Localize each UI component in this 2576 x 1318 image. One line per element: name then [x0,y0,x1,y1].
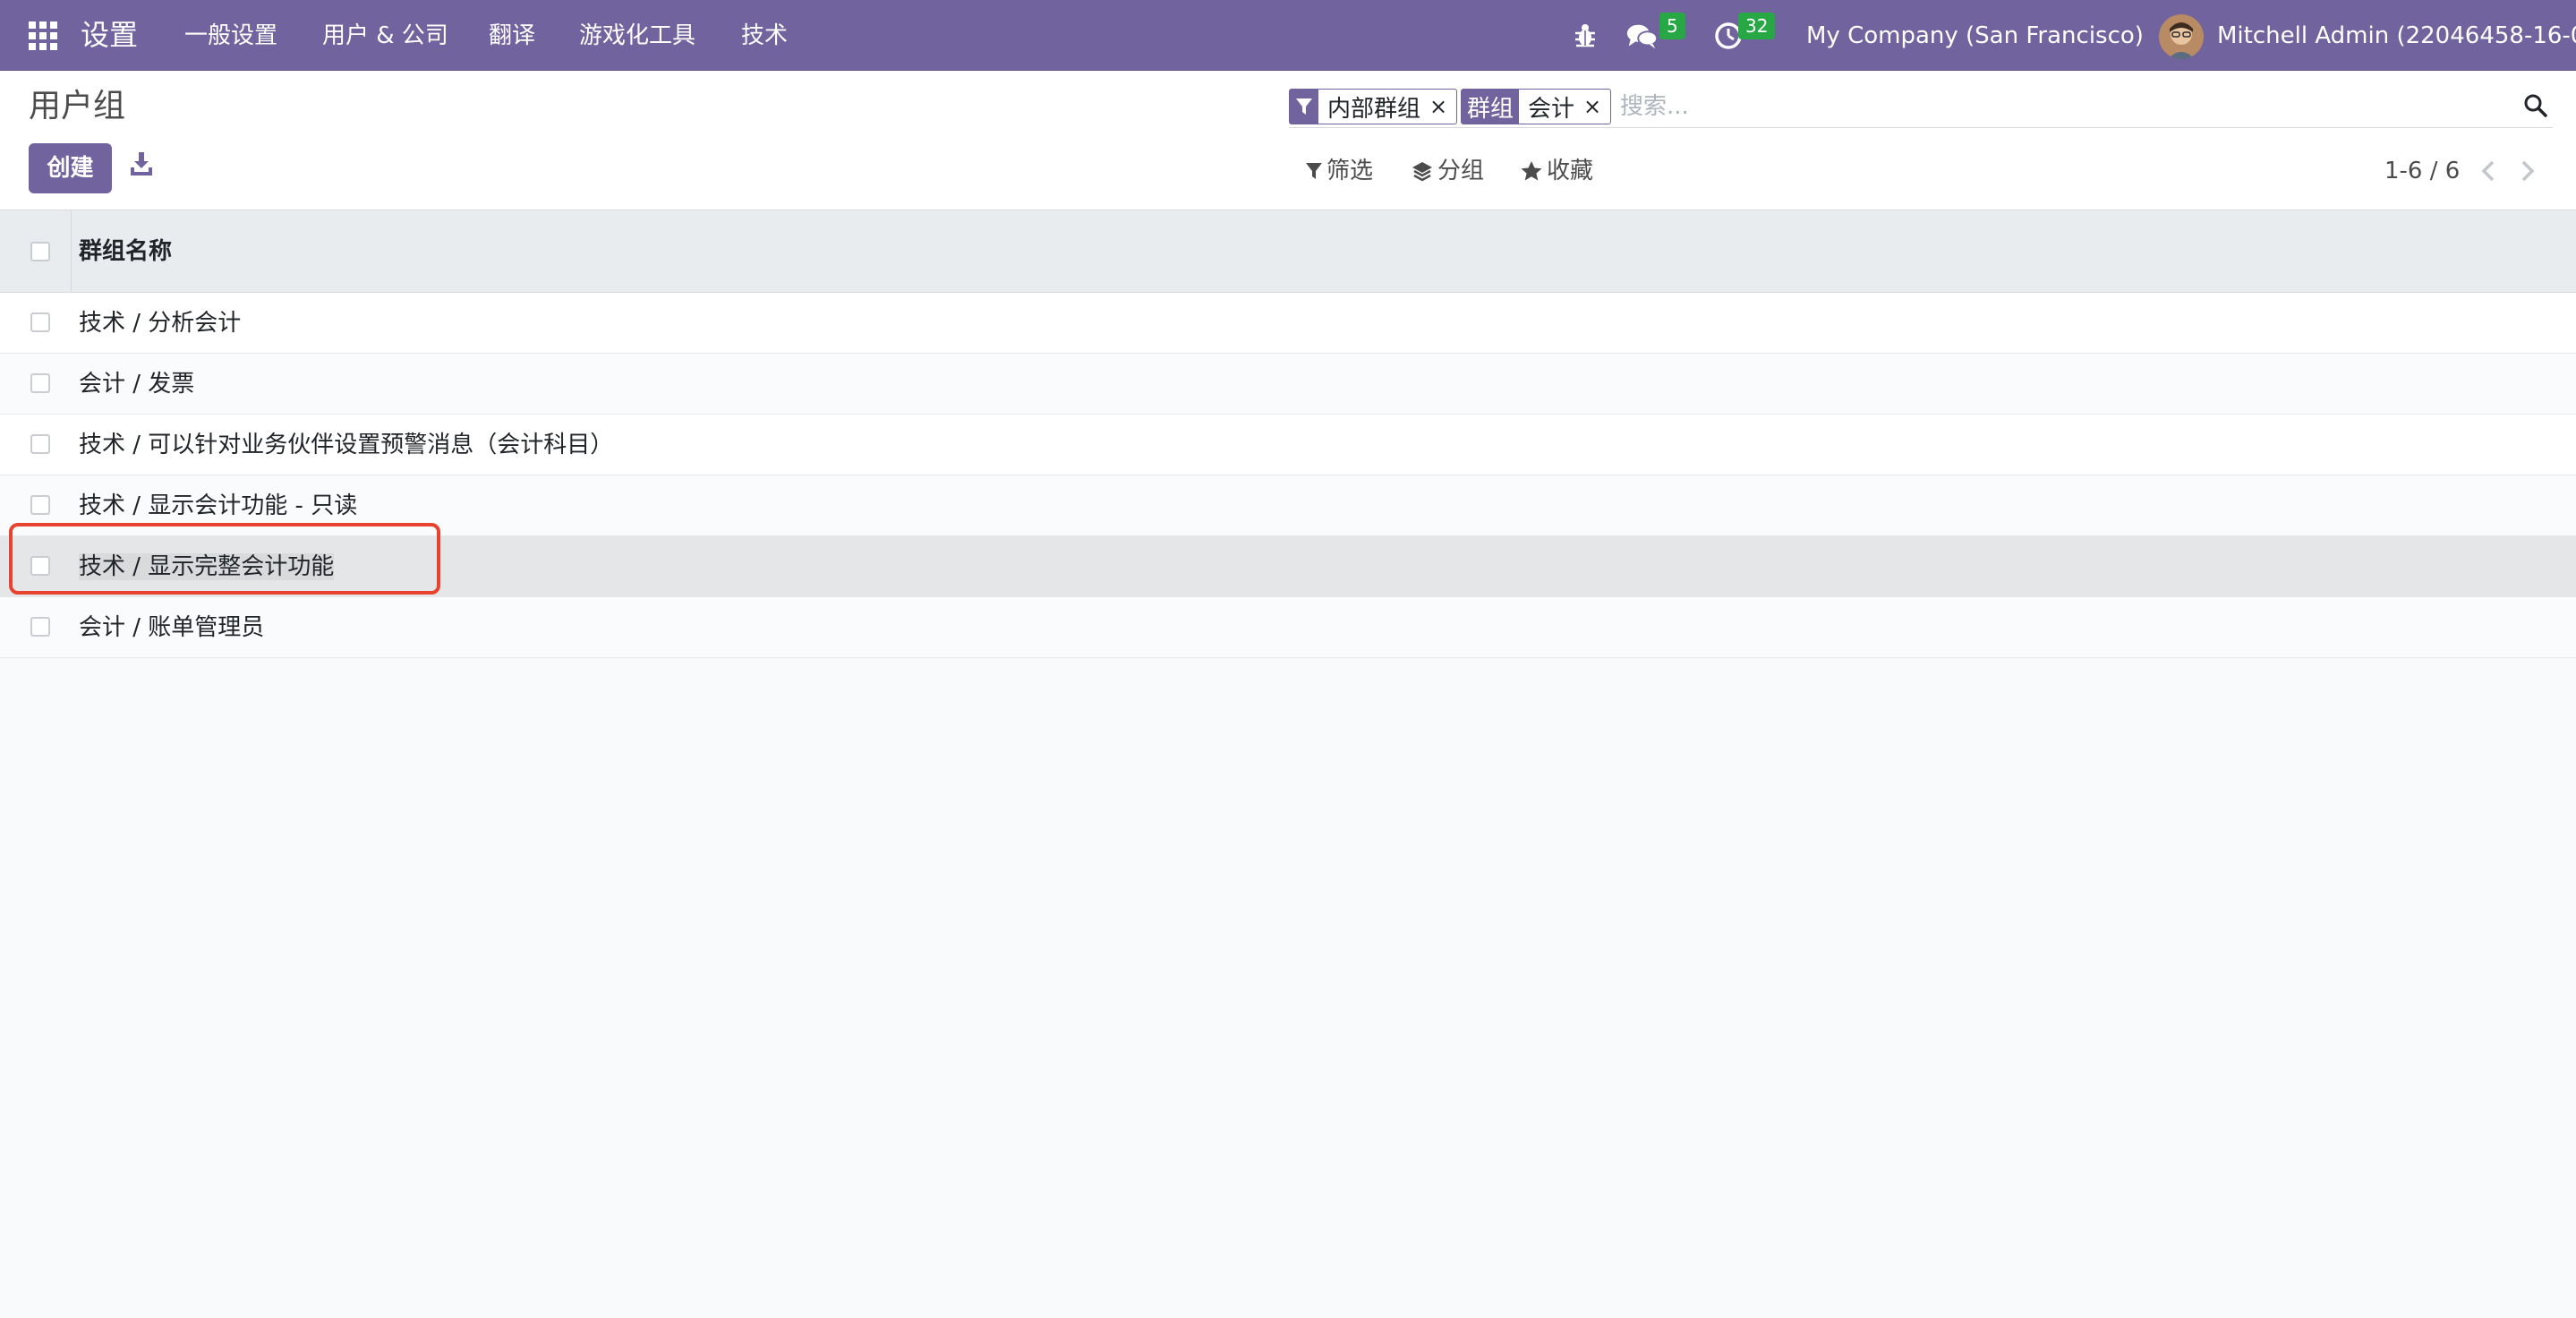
list-header: 群组名称 [0,210,2576,293]
row-checkbox[interactable] [30,434,50,454]
layers-icon [1412,162,1432,182]
facet-value: 内部群组 [1327,95,1421,123]
facet-label: 群组 [1462,90,1520,124]
favorites-button[interactable]: 收藏 [1520,155,1593,187]
activities-badge: 32 [1738,13,1776,39]
search-icon[interactable] [2522,92,2549,119]
chevron-left-icon[interactable] [2476,157,2503,185]
table-row[interactable]: 技术 / 分析会计 [0,293,2576,354]
page-title: 用户组 [29,88,126,124]
row-checkbox[interactable] [30,373,50,393]
filters-button[interactable]: 筛选 [1305,155,1373,187]
menu-technical[interactable]: 技术 [741,20,788,52]
groupby-label: 分组 [1437,158,1485,184]
create-button[interactable]: 创建 [29,143,112,193]
menu-general-settings[interactable]: 一般设置 [184,20,277,52]
avatar[interactable] [2159,14,2204,59]
facet-value: 会计 [1528,95,1575,123]
filter-icon [1290,90,1318,124]
apps-menu-icon[interactable] [29,21,57,50]
pager-value[interactable]: 1-6 / 6 [2384,155,2460,187]
row-checkbox[interactable] [30,617,50,637]
table-row[interactable]: 技术 / 显示会计功能 - 只读 [0,475,2576,536]
search-facet-filter[interactable]: 内部群组 × [1289,89,1458,124]
download-icon[interactable] [127,150,156,178]
filter-icon [1306,163,1322,179]
control-panel: 用户组 创建 内部群组 × 群组 会计 × 筛 [0,71,2576,210]
chat-icon[interactable] [1625,20,1659,54]
group-name-cell: 技术 / 可以针对业务伙伴设置预警消息（会计科目） [79,432,614,458]
star-icon [1521,161,1542,181]
search-bar[interactable]: 内部群组 × 群组 会计 × [1289,83,2553,128]
menu-users-companies[interactable]: 用户 & 公司 [322,20,448,52]
menu-gamification[interactable]: 游戏化工具 [579,20,695,52]
column-header-group-name[interactable]: 群组名称 [79,235,172,268]
group-name-cell: 会计 / 账单管理员 [79,614,265,641]
search-input[interactable] [1615,89,2420,124]
group-name-cell: 技术 / 分析会计 [79,310,242,337]
list-body: 技术 / 分析会计 会计 / 发票 技术 / 可以针对业务伙伴设置预警消息（会计… [0,293,2576,658]
app-name[interactable]: 设置 [81,16,138,54]
filters-label: 筛选 [1326,158,1374,184]
messages-badge: 5 [1659,13,1685,39]
row-checkbox[interactable] [30,556,50,576]
row-checkbox[interactable] [30,495,50,515]
group-name-cell: 会计 / 发票 [79,371,195,398]
chevron-right-icon[interactable] [2513,157,2540,185]
search-facet-group[interactable]: 群组 会计 × [1461,89,1612,124]
group-name-cell: 技术 / 显示会计功能 - 只读 [79,492,358,519]
top-navbar: 设置 一般设置 用户 & 公司 翻译 游戏化工具 技术 5 32 My Comp… [0,0,2576,71]
table-row[interactable]: 技术 / 显示完整会计功能 [0,536,2576,597]
list-view: 群组名称 技术 / 分析会计 会计 / 发票 技术 / 可以针对业务伙伴设置预警… [0,210,2576,658]
favorites-label: 收藏 [1547,158,1594,184]
menu-translations[interactable]: 翻译 [489,20,535,52]
select-all-checkbox[interactable] [30,242,50,261]
column-divider [71,210,72,293]
remove-facet-icon[interactable]: × [1583,90,1610,124]
groupby-button[interactable]: 分组 [1411,155,1484,187]
group-name-cell: 技术 / 显示完整会计功能 [79,553,335,580]
table-row[interactable]: 会计 / 账单管理员 [0,597,2576,658]
table-row[interactable]: 技术 / 可以针对业务伙伴设置预警消息（会计科目） [0,415,2576,475]
bug-icon[interactable] [1568,18,1602,52]
company-switcher[interactable]: My Company (San Francisco) [1806,20,2144,52]
table-row[interactable]: 会计 / 发票 [0,354,2576,415]
row-checkbox[interactable] [30,312,50,332]
user-menu[interactable]: Mitchell Admin (22046458-16-0- [2217,20,2576,52]
remove-facet-icon[interactable]: × [1429,90,1456,124]
